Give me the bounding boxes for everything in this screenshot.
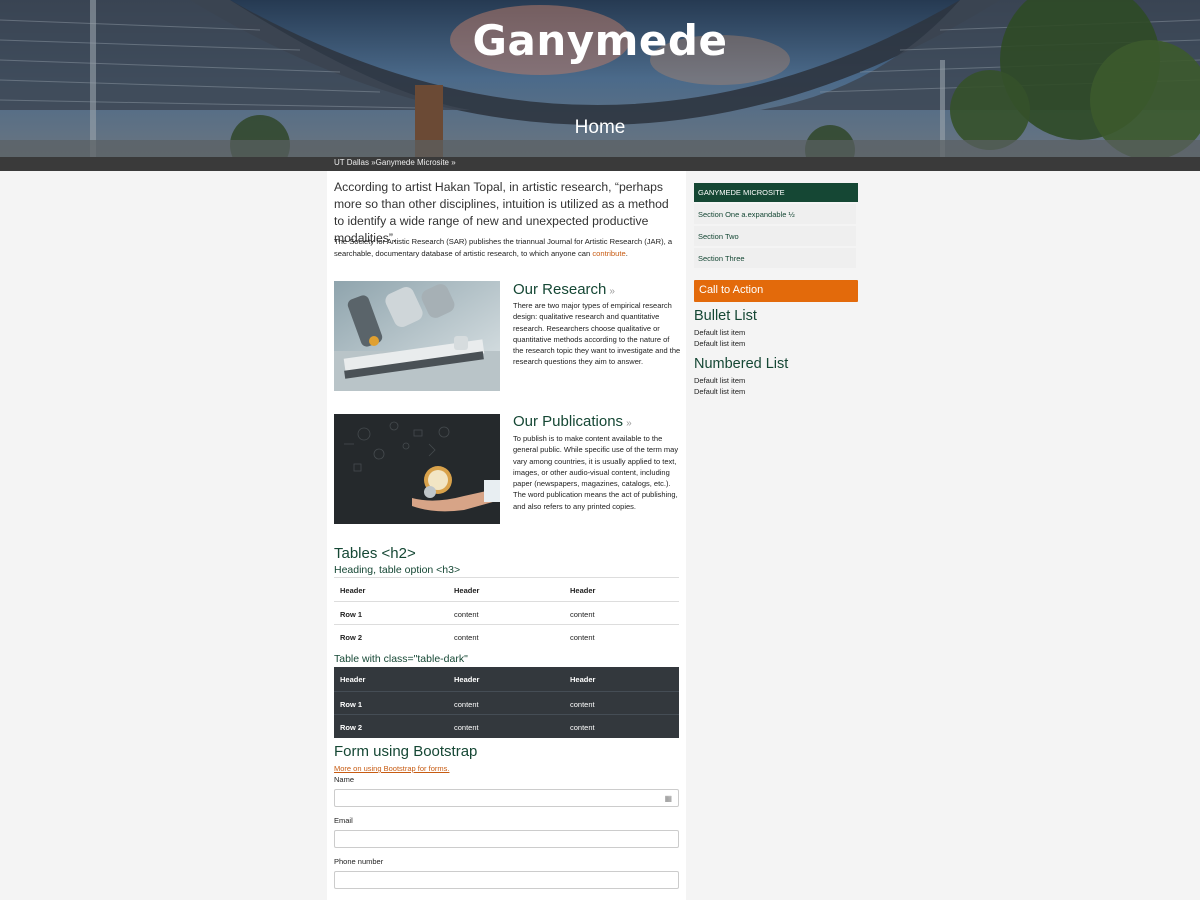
bootstrap-forms-link[interactable]: More on using Bootstrap for forms. [334, 764, 449, 773]
table-cell: content [454, 723, 479, 732]
autofill-icon[interactable]: ▦ [664, 794, 672, 803]
table-cell: Row 1 [340, 699, 363, 709]
sidebar-item-section-two[interactable]: Section Two [694, 226, 856, 246]
table-dark: Header Header Header Row 1 content conte… [334, 667, 679, 738]
breadcrumb-bar: UT Dallas »Ganymede Microsite » [0, 157, 1200, 171]
publications-title[interactable]: Our Publications» [513, 413, 632, 430]
table-cell: Row 2 [340, 723, 363, 732]
list-item: Default list item [694, 387, 746, 396]
sidebar-item-section-one[interactable]: Section One a.expandable ½ [694, 204, 856, 224]
form-heading: Form using Bootstrap [334, 743, 478, 760]
list-item: Default list item [694, 328, 746, 337]
publications-text: To publish is to make content available … [513, 434, 679, 511]
table-cell: content [570, 699, 595, 709]
table-header-row: Header Header Header [334, 577, 679, 601]
table-header: Header [340, 586, 366, 595]
table-header: Header [570, 586, 596, 595]
numbered-list-heading: Numbered List [694, 356, 789, 372]
table-cell: Row 2 [340, 633, 363, 642]
table-cell: content [570, 723, 595, 732]
research-text: There are two major types of empirical r… [513, 301, 681, 367]
table-cell: Row 1 [340, 609, 363, 619]
research-image [334, 281, 500, 391]
dark-table-caption: Table with class="table-dark" [334, 653, 468, 665]
intro-text-end: . [625, 249, 628, 258]
contribute-link[interactable]: contribute [592, 249, 625, 258]
list-item: Default list item [694, 376, 746, 385]
table-cell: content [454, 609, 479, 619]
hero-banner: Ganymede Home [0, 0, 1200, 157]
sidebar-item-section-three[interactable]: Section Three [694, 248, 856, 268]
bullet-list-heading: Bullet List [694, 308, 757, 324]
site-title[interactable]: Ganymede [0, 16, 1200, 65]
research-title[interactable]: Our Research» [513, 281, 615, 298]
table-cell: content [570, 633, 595, 642]
table-cell: content [570, 609, 595, 619]
table-header: Header [454, 586, 480, 595]
tables-subheading: Heading, table option <h3> [334, 564, 461, 576]
chevron-right-icon: » [609, 286, 615, 297]
table-header-row: Header Header Header [334, 667, 679, 691]
publications-image [334, 414, 500, 524]
main-content: According to artist Hakan Topal, in arti… [327, 171, 686, 900]
table-cell: content [454, 699, 479, 709]
hand-clock-image [334, 414, 500, 524]
list-item: Default list item [694, 339, 746, 348]
page-title: Home [574, 117, 626, 138]
table-row: Row 1 content content [334, 690, 679, 715]
sidebar-heading[interactable]: GANYMEDE MICROSITE [694, 183, 858, 202]
chevron-right-icon: » [626, 418, 632, 429]
table-header: Header [570, 675, 596, 684]
publications-title-text: Our Publications [513, 413, 624, 430]
breadcrumb[interactable]: UT Dallas »Ganymede Microsite » [334, 158, 456, 167]
table-row: Row 2 content content [334, 714, 679, 738]
email-label: Email [334, 816, 353, 825]
email-field[interactable] [334, 830, 679, 848]
table-header: Header [340, 675, 366, 684]
name-label: Name [334, 775, 355, 784]
table-light: Header Header Header Row 1 content conte… [334, 577, 679, 648]
name-field[interactable]: ▦ [334, 789, 679, 807]
tables-heading: Tables <h2> [334, 545, 416, 562]
research-title-text: Our Research [513, 281, 607, 298]
table-cell: content [454, 633, 479, 642]
microscope-image [334, 281, 500, 391]
phone-label: Phone number [334, 857, 384, 866]
phone-field[interactable] [334, 871, 679, 889]
intro-paragraph: The Society for Artistic Research (SAR) … [334, 236, 679, 260]
table-row: Row 2 content content [334, 624, 679, 648]
table-header: Header [454, 675, 480, 684]
table-row: Row 1 content content [334, 600, 679, 625]
call-to-action-button[interactable]: Call to Action [694, 280, 858, 302]
